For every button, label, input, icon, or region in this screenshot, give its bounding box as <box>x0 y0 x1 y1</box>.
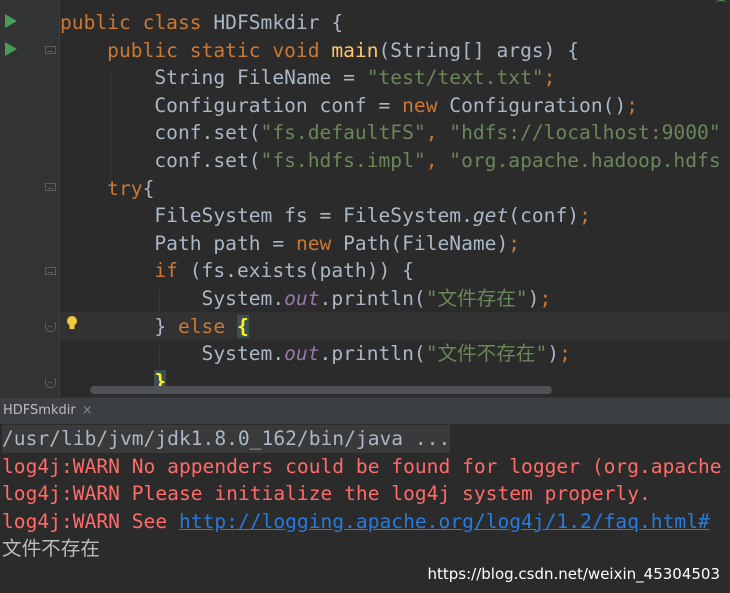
code-token: main <box>331 38 379 62</box>
tab-label: HDFSmkdir <box>3 403 76 418</box>
close-icon[interactable]: × <box>82 403 93 418</box>
code-token: get <box>472 204 509 228</box>
code-token: else <box>177 314 237 338</box>
code-token: ) <box>547 342 560 366</box>
code-token: public class <box>60 11 214 34</box>
watermark: https://blog.csdn.net/weixin_45304503 <box>427 565 720 583</box>
run-class-icon[interactable] <box>5 14 17 28</box>
code-token: if <box>60 259 190 283</box>
code-token: "文件存在" <box>425 287 528 310</box>
code-token: Path path = <box>60 231 296 255</box>
code-token: System. <box>60 342 285 366</box>
code-token: ; <box>539 287 552 310</box>
console-text: /usr/lib/jvm/jdk1.8.0_162/bin/java ... <box>2 427 451 450</box>
code-token: (fs.exists(path)) { <box>189 259 414 283</box>
code-token: out <box>284 342 320 366</box>
code-line[interactable]: } else { <box>60 313 249 341</box>
fold-method-icon[interactable] <box>45 46 56 54</box>
code-token: , <box>425 149 450 172</box>
console-line: /usr/lib/jvm/jdk1.8.0_162/bin/java ... <box>2 425 451 453</box>
code-token: Configuration() <box>449 93 627 117</box>
code-token: out <box>284 287 320 310</box>
console-text: log4j:WARN No appenders could be found f… <box>2 454 722 478</box>
code-token: (String[] args) { <box>378 38 580 62</box>
code-token: } <box>60 314 178 338</box>
code-token: ; <box>559 342 571 366</box>
console-line: log4j:WARN See http://logging.apache.org… <box>2 508 710 536</box>
code-token: ; <box>579 204 591 228</box>
console-text: log4j:WARN See <box>2 509 179 533</box>
code-line[interactable]: System.out.println("文件不存在"); <box>60 340 571 368</box>
code-token: String FileName = <box>60 66 367 90</box>
code-line[interactable]: if (fs.exists(path)) { <box>60 257 414 285</box>
console-line: log4j:WARN No appenders could be found f… <box>2 453 722 481</box>
code-line[interactable]: conf.set("fs.defaultFS", "hdfs://localho… <box>60 119 721 147</box>
code-token: ) <box>527 287 540 310</box>
fold-else-icon[interactable] <box>45 322 56 332</box>
code-token: "fs.defaultFS" <box>260 121 426 145</box>
code-line[interactable]: String FileName = "test/text.txt"; <box>60 64 555 92</box>
console-line: 文件不存在 <box>2 535 100 563</box>
code-token: FileSystem fs = FileSystem. <box>60 204 473 228</box>
code-token: System. <box>60 287 285 310</box>
code-token: "org.apache.hadoop.hdfs <box>449 149 721 172</box>
code-token: conf.set( <box>60 121 261 145</box>
code-line[interactable]: try{ <box>60 175 154 203</box>
code-line[interactable]: public class HDFSmkdir { <box>60 9 343 37</box>
code-token: new <box>295 231 344 255</box>
code-token: , <box>425 121 450 145</box>
code-line[interactable]: System.out.println("文件存在"); <box>60 285 552 313</box>
console-text: 文件不存在 <box>2 537 100 561</box>
code-token: ; <box>543 66 556 90</box>
code-token: ; <box>508 231 521 255</box>
code-line[interactable]: Path path = new Path(FileName); <box>60 230 520 258</box>
code-line[interactable]: public static void main(String[] args) { <box>60 37 579 65</box>
code-editor[interactable]: ⁀ public class HDFSmkdir { public static… <box>0 0 730 397</box>
code-token: { <box>236 314 249 338</box>
code-token: "test/text.txt" <box>366 66 544 90</box>
code-line[interactable]: FileSystem fs = FileSystem.get(conf); <box>60 202 591 230</box>
code-token: try <box>60 176 143 200</box>
code-line[interactable]: conf.set("fs.hdfs.impl", "org.apache.had… <box>60 147 721 175</box>
code-token: new <box>402 93 450 117</box>
code-token: HDFSmkdir { <box>213 11 344 34</box>
code-line[interactable]: Configuration conf = new Configuration()… <box>60 92 638 120</box>
console-line: log4j:WARN Please initialize the log4j s… <box>2 480 651 508</box>
code-token: "fs.hdfs.impl" <box>260 149 426 172</box>
code-token: "hdfs://localhost:9000" <box>449 121 721 145</box>
faq-link[interactable]: http://logging.apache.org/log4j/1.2/faq.… <box>179 510 710 533</box>
run-console-output[interactable]: /usr/lib/jvm/jdk1.8.0_162/bin/java ... lo… <box>0 424 730 593</box>
fold-try-icon[interactable] <box>45 183 56 191</box>
inspection-ok-icon[interactable]: ⁀ <box>716 0 726 14</box>
code-token: (conf) <box>508 204 580 228</box>
console-text: log4j:WARN Please initialize the log4j s… <box>2 482 651 506</box>
code-token: public static void <box>60 38 332 62</box>
fold-if-icon[interactable] <box>45 267 56 275</box>
code-token: conf.set( <box>60 149 261 172</box>
run-main-icon[interactable] <box>5 42 17 56</box>
horizontal-scrollbar[interactable] <box>90 386 552 394</box>
fold-end-icon[interactable] <box>45 378 56 388</box>
code-token: "文件不存在" <box>425 342 548 366</box>
code-token: Configuration conf = <box>60 93 403 117</box>
code-token: .println( <box>319 287 426 310</box>
tab-run-hdfsmkdir[interactable]: HDFSmkdir × <box>0 398 99 424</box>
code-token: .println( <box>319 342 426 366</box>
code-token: { <box>142 176 155 200</box>
code-token: ; <box>626 93 639 117</box>
code-token: Path(FileName) <box>343 231 509 255</box>
run-tool-window-header: HDFSmkdir × <box>0 397 730 425</box>
editor-gutter[interactable] <box>0 0 60 397</box>
